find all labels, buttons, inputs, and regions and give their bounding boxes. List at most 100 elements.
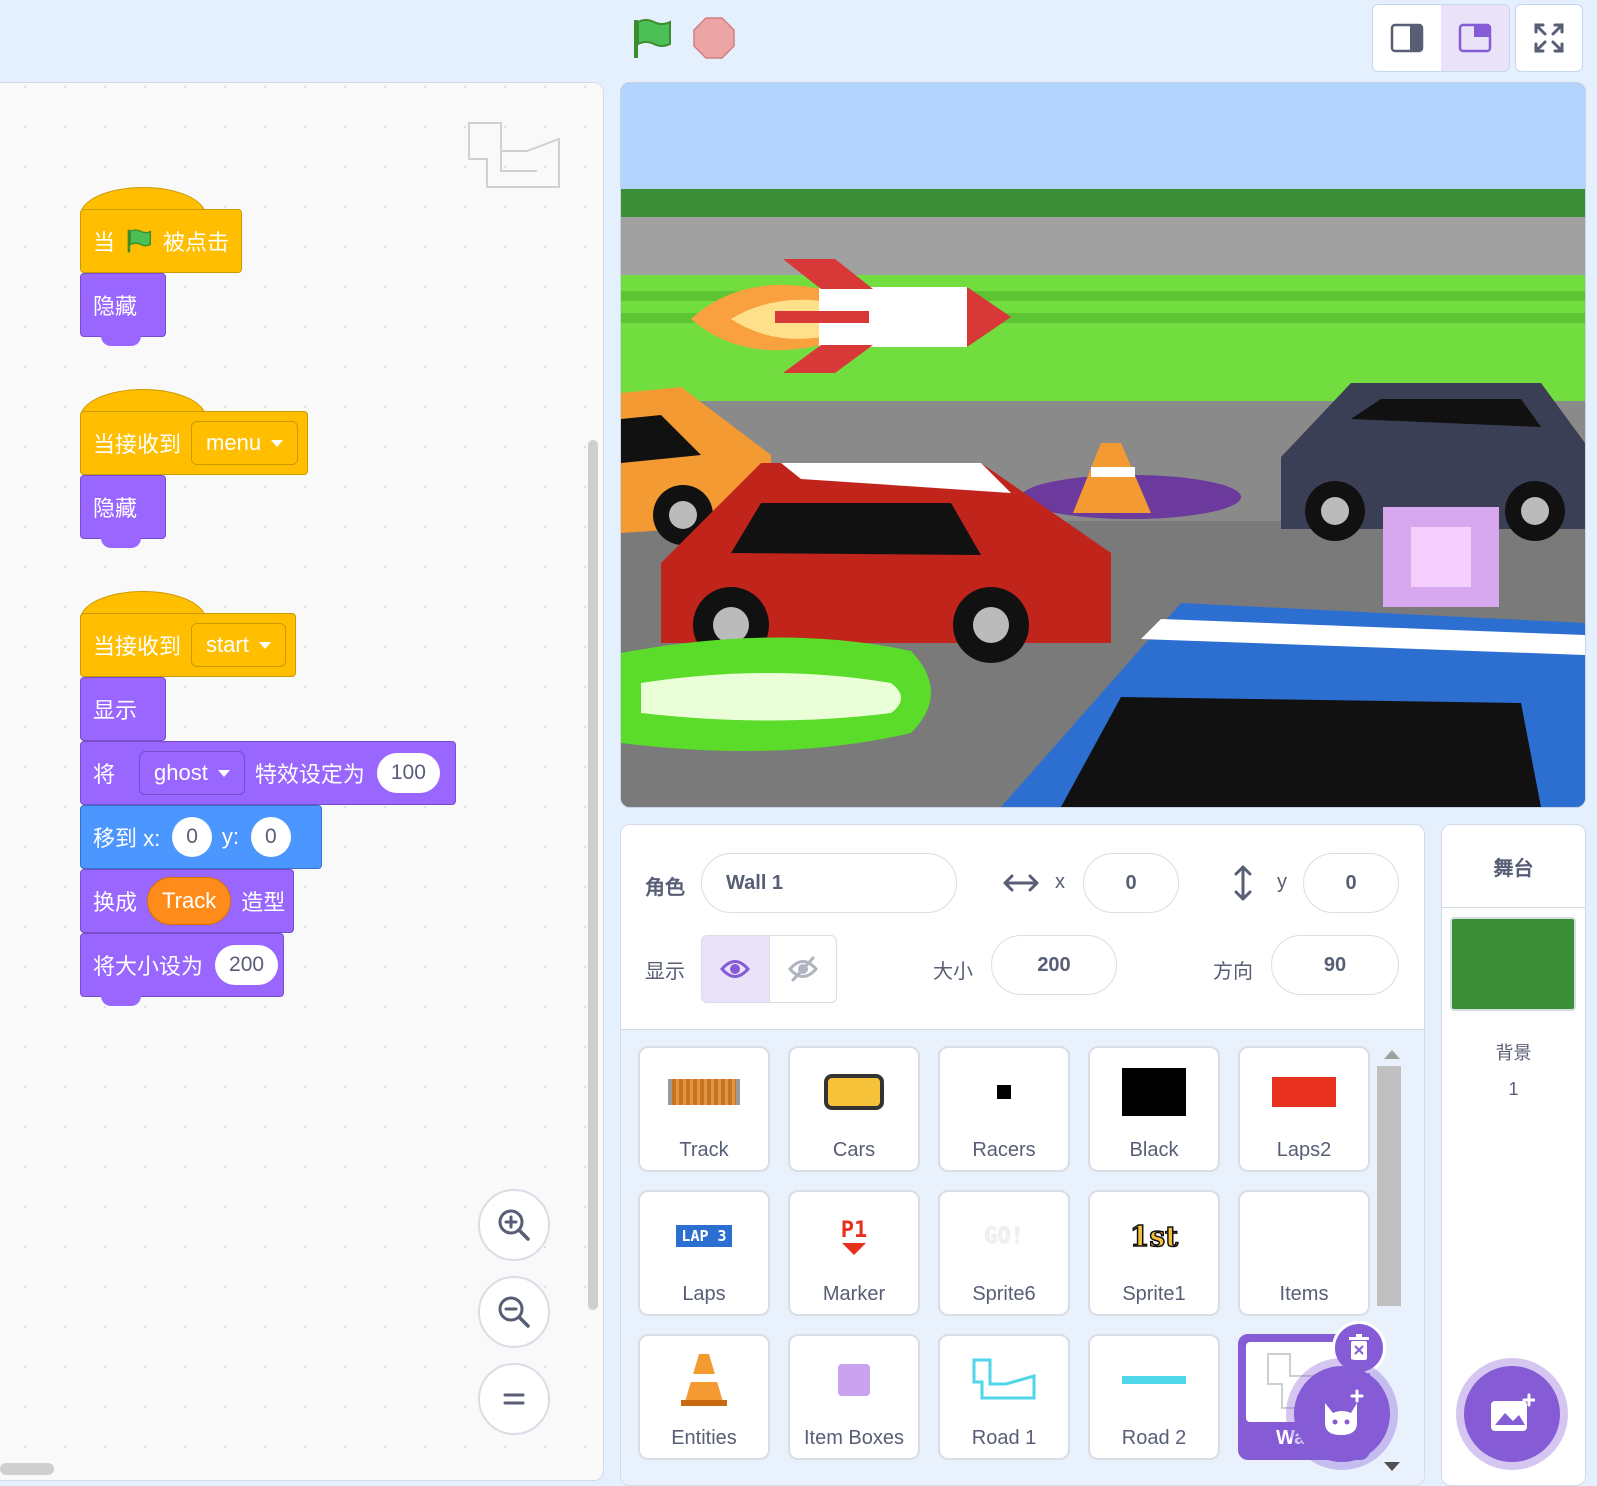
scroll-up-icon [1384, 1050, 1400, 1059]
effect-value: ghost [154, 760, 208, 785]
code-vertical-scrollbar[interactable] [588, 440, 598, 1310]
road-outline-icon [972, 1358, 1036, 1400]
sprite-tile-marker[interactable]: P1 Marker [788, 1190, 920, 1316]
sprite-tile-laps[interactable]: LAP 3 Laps [638, 1190, 770, 1316]
normal-stage-button[interactable] [1441, 5, 1509, 71]
sprite-label: 角色 [645, 877, 685, 899]
message-value: start [206, 632, 249, 657]
direction-input[interactable]: 90 [1271, 935, 1399, 995]
stage[interactable] [620, 82, 1586, 808]
sprite-tile-items[interactable]: Items [1238, 1190, 1370, 1316]
direction-label: 方向 [1213, 961, 1253, 983]
scroll-thumb[interactable] [1377, 1066, 1401, 1306]
show-block[interactable]: 显示 [80, 677, 166, 741]
trash-icon [1349, 1334, 1369, 1360]
show-sprite-button[interactable] [702, 936, 770, 1002]
sprite-tile-entities[interactable]: Entities [638, 1334, 770, 1460]
equals-icon [503, 1393, 525, 1405]
code-area[interactable]: 当 被点击 隐藏 当接收到 menu 隐藏 当接收到 start 显示 将 gh… [0, 82, 604, 1481]
sprite-tile-cars[interactable]: Cars [788, 1046, 920, 1172]
zoom-reset-button[interactable] [478, 1363, 550, 1435]
x-input[interactable]: 0 [172, 817, 212, 857]
sprite-name: Item Boxes [803, 1427, 905, 1449]
set-effect-block[interactable]: 将 ghost 特效设定为 100 [80, 741, 456, 805]
sprite6-thumb-text: GO! [984, 1223, 1024, 1249]
small-stage-icon [1390, 23, 1424, 53]
block-notch [101, 336, 141, 346]
sprite-name: Track [679, 1139, 729, 1161]
cone-icon [681, 1354, 727, 1406]
sprite-tile-road-1[interactable]: Road 1 [938, 1334, 1070, 1460]
eye-slash-icon [787, 956, 818, 982]
cat-add-icon [1325, 1389, 1364, 1435]
sprite-name: Racers [972, 1139, 1036, 1161]
when-i-receive-menu-block[interactable]: 当接收到 menu [80, 411, 308, 475]
sprite-tile-racers[interactable]: Racers [938, 1046, 1070, 1172]
code-horizontal-scrollbar[interactable] [0, 1463, 54, 1475]
go-to-xy-block[interactable]: 移到 x: 0 y: 0 [80, 805, 322, 869]
sprite-name-input[interactable]: Wall 1 [701, 853, 957, 913]
set-size-block[interactable]: 将大小设为 200 [80, 933, 284, 1006]
zoom-in-button[interactable] [478, 1189, 550, 1261]
stage-title: 舞台 [1442, 825, 1585, 908]
small-stage-button[interactable] [1373, 5, 1441, 71]
costume-dropdown[interactable]: Track [147, 877, 232, 925]
switch-costume-block[interactable]: 换成 Track 造型 [80, 869, 294, 933]
hide-sprite-button[interactable] [770, 936, 837, 1002]
hide-block[interactable]: 隐藏 [80, 273, 166, 346]
green-flag-icon [127, 229, 152, 253]
sprite-tile-sprite1[interactable]: 1st Sprite1 [1088, 1190, 1220, 1316]
hide-block[interactable]: 隐藏 [80, 475, 166, 548]
sprite-tile-track[interactable]: Track [638, 1046, 770, 1172]
sprite-thumbnail [1240, 1062, 1368, 1122]
effect-value-input[interactable]: 100 [376, 753, 440, 793]
sprite-tile-item-boxes[interactable]: Item Boxes [788, 1334, 920, 1460]
block-text: 被点击 [162, 230, 229, 255]
sprite-name: Cars [832, 1139, 876, 1161]
size-input[interactable]: 200 [991, 935, 1117, 995]
backdrop-count: 1 [1508, 1079, 1519, 1099]
block-text: 特效设定为 [254, 762, 365, 787]
green-flag-button[interactable] [628, 14, 676, 62]
message-dropdown[interactable]: start [191, 623, 286, 667]
sprite-thumbnail: 1st [1090, 1206, 1218, 1266]
normal-stage-icon [1458, 23, 1492, 53]
eye-icon [720, 960, 751, 978]
y-input[interactable]: 0 [251, 817, 291, 857]
show-label: 显示 [645, 961, 685, 983]
sprite-thumbnail [640, 1062, 768, 1122]
sprite-tile-sprite6[interactable]: GO! Sprite6 [938, 1190, 1070, 1316]
sprite-tile-laps2[interactable]: Laps2 [1238, 1046, 1370, 1172]
horizontal-arrows-icon [1003, 874, 1039, 892]
block-text: 将 [93, 762, 116, 787]
block-notch [101, 996, 141, 1006]
effect-dropdown[interactable]: ghost [139, 751, 245, 795]
dropdown-caret-icon [217, 769, 230, 777]
when-i-receive-start-block[interactable]: 当接收到 start [80, 613, 296, 677]
sprite-watermark-icon [468, 122, 560, 188]
fullscreen-button[interactable] [1515, 4, 1583, 72]
sprite-thumbnail [940, 1350, 1068, 1410]
choose-backdrop-button[interactable] [1464, 1366, 1560, 1462]
backdrop-label: 背景 [1495, 1043, 1532, 1063]
marker-thumb-text: P1 [840, 1217, 868, 1243]
choose-sprite-button[interactable] [1294, 1366, 1390, 1462]
message-value: menu [206, 430, 262, 455]
sprite-name: Black [1129, 1139, 1179, 1161]
y-input[interactable]: 0 [1303, 853, 1399, 913]
zoom-out-button[interactable] [478, 1276, 550, 1348]
sprite-tile-black[interactable]: Black [1088, 1046, 1220, 1172]
sprite-thumbnail [790, 1062, 918, 1122]
when-flag-clicked-block[interactable]: 当 被点击 [80, 209, 242, 273]
backdrop-thumbnail [1450, 917, 1576, 1011]
size-input[interactable]: 200 [215, 945, 279, 985]
stop-button[interactable] [693, 17, 735, 59]
block-text: 显示 [93, 698, 138, 723]
x-input[interactable]: 0 [1083, 853, 1179, 913]
dropdown-caret-icon [271, 439, 284, 447]
sprite-tile-road-2[interactable]: Road 2 [1088, 1334, 1220, 1460]
laps-thumb-text: LAP 3 [676, 1225, 732, 1247]
message-dropdown[interactable]: menu [191, 421, 299, 465]
stage-canvas [621, 83, 1585, 807]
sprite-thumbnail: LAP 3 [640, 1206, 768, 1266]
